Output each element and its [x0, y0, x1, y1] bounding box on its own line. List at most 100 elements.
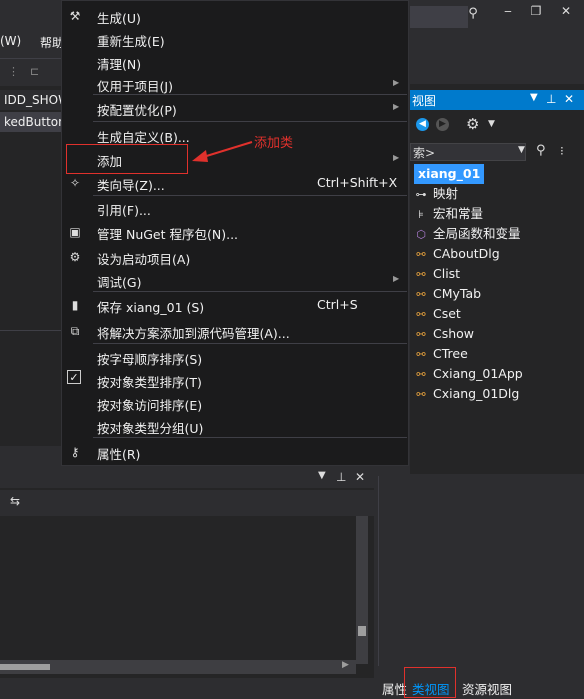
menu-item[interactable]: 引用(F)...: [62, 197, 408, 219]
tree-item[interactable]: ⚯ CTree: [412, 344, 468, 364]
divider: [0, 330, 62, 331]
horizontal-scrollbar[interactable]: [0, 660, 356, 674]
restore-icon[interactable]: ❐: [526, 4, 546, 22]
tree-item[interactable]: ⚯ Cshow: [412, 324, 474, 344]
global-icon: ⬡: [416, 228, 426, 241]
menu-item[interactable]: ▣ 管理 NuGet 程序包(N)...: [62, 221, 408, 243]
class-icon: ⚯: [416, 288, 426, 301]
back-icon[interactable]: ◀: [416, 118, 429, 131]
close-icon[interactable]: ✕: [556, 4, 576, 22]
pin-icon[interactable]: ⊥: [336, 470, 346, 484]
scrollbar-thumb[interactable]: [358, 626, 366, 636]
menu-item-label: 按字母顺序排序(S): [97, 352, 203, 367]
search-icon[interactable]: ⚲: [464, 6, 482, 26]
menu-item[interactable]: 按字母顺序排序(S): [62, 346, 408, 368]
class-icon: ⚯: [416, 348, 426, 361]
gear-icon: ⚙: [69, 250, 81, 264]
tree-item[interactable]: ⚯ Cxiang_01App: [412, 364, 523, 384]
tree-item-label: Cset: [433, 306, 461, 321]
submenu-arrow-icon: ▶: [393, 274, 400, 283]
menu-item[interactable]: ⚒ 生成(U): [62, 5, 408, 27]
tree-item[interactable]: ⚯ Cset: [412, 304, 461, 324]
menu-item[interactable]: 仅用于项目(J) ▶: [62, 73, 408, 95]
menu-item-window[interactable]: (W): [0, 34, 21, 48]
editor-tab-idd[interactable]: IDD_SHOW: [0, 90, 62, 110]
chevron-down-icon[interactable]: ▼: [530, 92, 538, 103]
menu-item[interactable]: 调试(G) ▶: [62, 269, 408, 291]
tree-item-label: 映射: [433, 186, 459, 201]
menu-item[interactable]: 按对象访问排序(E): [62, 392, 408, 414]
menu-item-label: 调试(G): [97, 275, 142, 290]
close-icon[interactable]: ✕: [355, 470, 365, 484]
build-icon: ⚒: [69, 9, 81, 23]
tree-item[interactable]: ⊧ 宏和常量: [412, 204, 483, 224]
editor-tab-button[interactable]: kedButton: [0, 112, 62, 132]
tab-resource-view[interactable]: 资源视图: [462, 679, 512, 698]
menu-item[interactable]: 重新生成(E): [62, 28, 408, 50]
chevron-down-icon[interactable]: ▼: [318, 470, 326, 481]
tree-item[interactable]: ⚯ CAboutDlg: [412, 244, 499, 264]
menu-item[interactable]: ⚷ 属性(R): [62, 441, 408, 463]
scroll-right-icon[interactable]: ▶: [342, 660, 349, 670]
menu-item[interactable]: ⚙ 设为启动项目(A): [62, 246, 408, 268]
nuget-icon: ▣: [69, 225, 81, 239]
vertical-scrollbar[interactable]: [356, 516, 368, 664]
class-icon: ⚯: [416, 248, 426, 261]
menu-item[interactable]: 按对象类型排序(T): [62, 369, 408, 391]
tree-item-label: CTree: [433, 346, 468, 361]
menu-item[interactable]: 按配置优化(P) ▶: [62, 97, 408, 119]
menu-item[interactable]: ▮ 保存 xiang_01 (S) Ctrl+S: [62, 294, 408, 316]
macro-icon: ⊧: [418, 208, 424, 221]
tree-item[interactable]: ⚯ Cxiang_01Dlg: [412, 384, 519, 404]
forward-icon[interactable]: ▶: [436, 118, 449, 131]
highlight-box: [404, 667, 456, 698]
menu-separator: [93, 195, 407, 196]
menu-item-label: 清理(N): [97, 57, 142, 72]
class-icon: ⚯: [416, 268, 426, 281]
context-menu: ⚒ 生成(U) 重新生成(E) 清理(N) 仅用于项目(J) ▶ 按配置优化(P) ▶ 生成自定…: [61, 0, 409, 466]
submenu-arrow-icon: ▶: [393, 102, 400, 111]
toolbar-align-icon[interactable]: ⊏: [30, 65, 39, 78]
tree-item[interactable]: ⊶ 映射: [412, 184, 459, 204]
menu-item-label: 设为启动项目(A): [97, 252, 191, 267]
close-icon[interactable]: ✕: [564, 92, 574, 106]
menu-item[interactable]: ✧ 类向导(Z)... Ctrl+Shift+X: [62, 172, 408, 194]
source-control-icon: ⧉: [70, 324, 80, 338]
chevron-down-icon[interactable]: ▼: [488, 119, 495, 129]
tree-item[interactable]: ⚯ CMyTab: [412, 284, 481, 304]
menu-separator: [93, 437, 407, 438]
quick-launch-input[interactable]: [410, 6, 468, 28]
checkmark-icon: ✓: [67, 370, 81, 384]
pin-icon[interactable]: ⊥: [546, 92, 556, 106]
class-icon: ⚯: [416, 328, 426, 341]
tree-item-label: 全局函数和变量: [433, 226, 521, 241]
tree-item[interactable]: ⬡ 全局函数和变量: [412, 224, 521, 244]
menu-item[interactable]: 清理(N): [62, 51, 408, 73]
gear-icon[interactable]: ⚙: [466, 115, 479, 133]
tree-item-label: CMyTab: [433, 286, 482, 301]
chevron-down-icon[interactable]: ▼: [518, 145, 525, 155]
properties-area: [378, 476, 584, 666]
menu-item[interactable]: 按对象类型分组(U): [62, 415, 408, 437]
tree-item[interactable]: ⚯ Clist: [412, 264, 460, 284]
menu-item-label: 重新生成(E): [97, 34, 165, 49]
menu-separator: [93, 343, 407, 344]
class-view-title: 视图: [412, 94, 437, 108]
menu-item-label: 引用(F)...: [97, 203, 151, 218]
tree-item-label: Cxiang_01App: [433, 366, 523, 381]
tree-root-project[interactable]: xiang_01: [414, 164, 485, 184]
minimize-icon[interactable]: ‒: [498, 4, 518, 22]
save-icon: ▮: [71, 298, 79, 312]
menu-item[interactable]: ⧉ 将解决方案添加到源代码管理(A)...: [62, 320, 408, 342]
toolbar-grip-icon: ⋮: [8, 65, 19, 78]
search-options-icon[interactable]: ⁝: [560, 144, 564, 158]
search-icon[interactable]: ⚲: [536, 143, 546, 158]
class-view-search-input[interactable]: 索>: [410, 143, 526, 161]
class-icon: ⚯: [416, 368, 426, 381]
scrollbar-thumb[interactable]: [0, 664, 50, 670]
menu-item-label: 按对象访问排序(E): [97, 398, 203, 413]
submenu-arrow-icon: ▶: [393, 78, 400, 87]
tree-item-label: 宏和常量: [433, 206, 484, 221]
word-wrap-icon[interactable]: ⇆: [10, 494, 20, 508]
menu-separator: [93, 121, 407, 122]
